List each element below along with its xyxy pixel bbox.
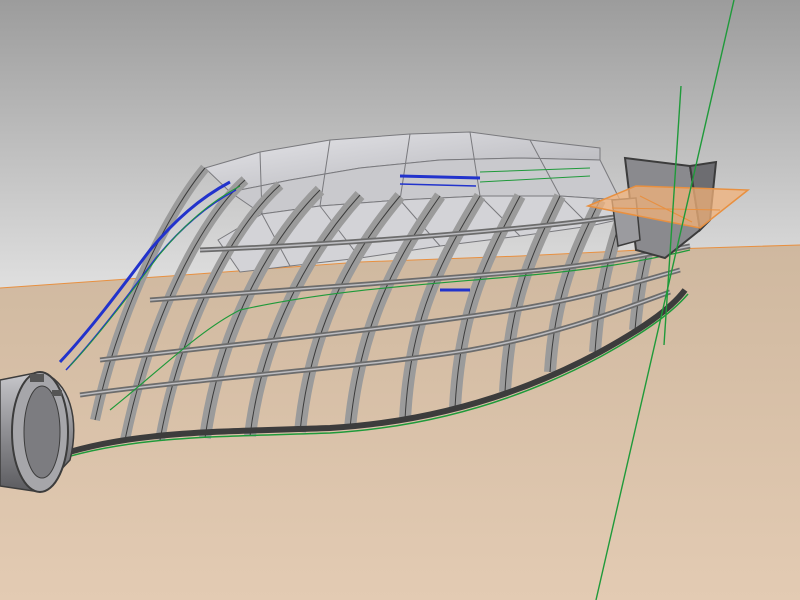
cad-3d-viewport[interactable]	[0, 0, 800, 600]
ship-hull-frame-model[interactable]	[0, 0, 800, 600]
